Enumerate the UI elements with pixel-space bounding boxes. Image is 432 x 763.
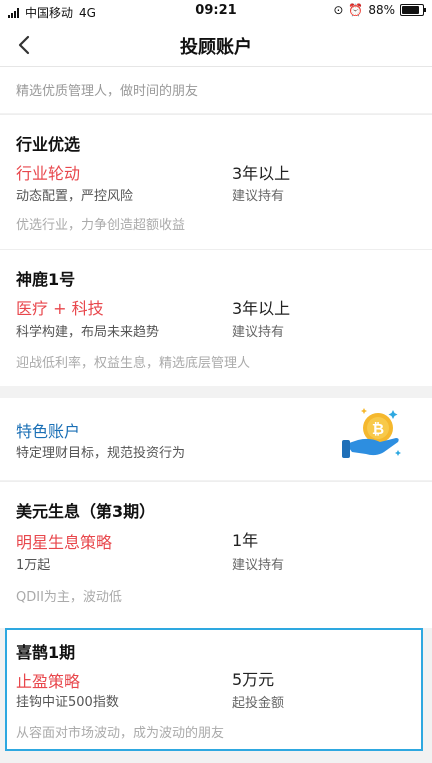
page-title: 投顾账户 [180,37,252,58]
intro-section: 精选优质管理人，做时间的朋友 [0,67,432,113]
card-note: 从容面对市场波动，成为波动的朋友 [16,726,225,741]
svg-text:₿: ₿ [372,420,384,438]
status-right: ⊙ ⏰ 88% [333,3,426,17]
lock-rotation-icon: ⊙ [333,3,344,17]
special-section-header: 特色账户 特定理财目标，规范投资行为 ₿ [0,398,432,480]
card-metric: 3年以上 [232,299,291,318]
card-strategy: 医疗 + 科技 [16,299,104,318]
card-note: 优选行业，力争创造超额收益 [16,218,186,233]
account-card-hangye[interactable]: 行业优选 行业轮动 动态配置，严控风险 3年以上 建议持有 优选行业，力争创造超… [0,114,432,249]
coin-hand-icon: ₿ [342,408,401,458]
card-metric: 1年 [232,531,259,550]
special-subtitle: 特定理财目标，规范投资行为 [16,446,186,461]
card-metric-sub: 建议持有 [232,558,285,573]
special-title: 特色账户 [16,422,81,441]
battery-icon [400,4,426,16]
card-strategy: 止盈策略 [16,672,81,691]
card-desc: 1万起 [16,558,51,573]
account-card-xique[interactable]: 喜鹊1期 止盈策略 挂钩中证500指数 5万元 起投金额 从容面对市场波动，成为… [5,628,423,751]
card-desc: 动态配置，严控风险 [16,189,134,204]
card-metric-sub: 建议持有 [232,325,285,340]
alarm-icon: ⏰ [348,3,364,17]
card-name: 行业优选 [16,135,81,154]
card-metric-sub: 建议持有 [232,189,285,204]
account-card-shenlu[interactable]: 神鹿1号 医疗 + 科技 科学构建，布局未来趋势 3年以上 建议持有 迎战低利率… [0,249,432,386]
card-name: 喜鹊1期 [16,643,76,662]
card-strategy: 行业轮动 [16,164,81,183]
intro-text: 精选优质管理人，做时间的朋友 [16,84,199,99]
card-name: 美元生息（第3期） [16,502,156,521]
nav-bar: 投顾账户 [0,24,432,67]
card-metric-sub: 起投金额 [232,696,285,711]
account-card-usd[interactable]: 美元生息（第3期） 明星生息策略 1万起 1年 建议持有 QDII为主，波动低 [0,481,432,628]
section-divider [0,386,432,398]
card-metric: 5万元 [232,670,275,689]
status-bar: 中国移动 4G 09:21 ⊙ ⏰ 88% [0,0,432,24]
card-strategy: 明星生息策略 [16,533,113,552]
card-note: 迎战低利率，权益生息，精选底层管理人 [16,356,251,371]
card-desc: 挂钩中证500指数 [16,695,119,710]
card-note: QDII为主，波动低 [16,590,122,605]
battery-label: 88% [368,3,395,17]
card-desc: 科学构建，布局未来趋势 [16,325,160,340]
card-name: 神鹿1号 [16,270,76,289]
card-metric: 3年以上 [232,164,291,183]
